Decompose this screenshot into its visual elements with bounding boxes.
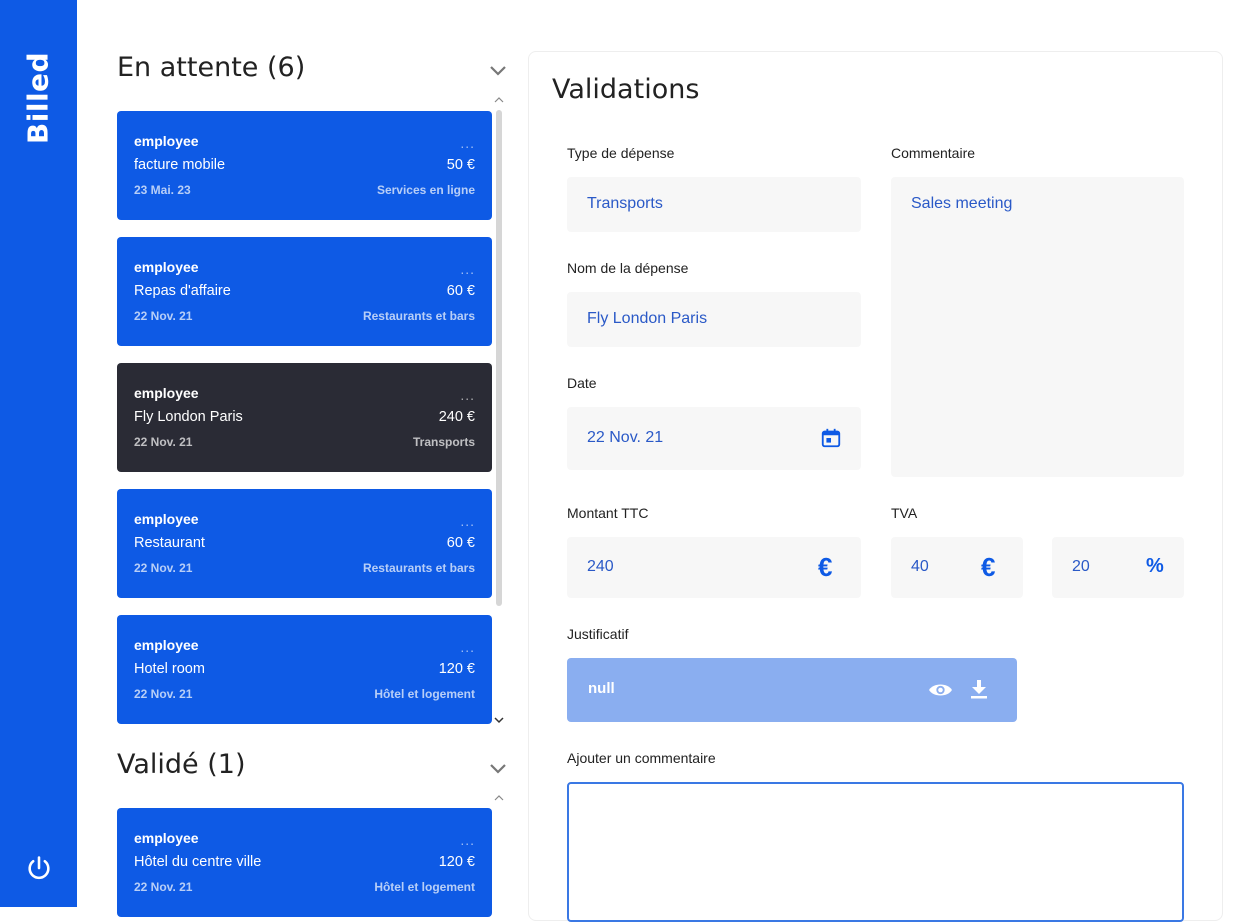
bill-type: Services en ligne xyxy=(376,183,475,197)
amount-label: Montant TTC xyxy=(567,505,649,521)
bill-card[interactable]: employee ... Hôtel du centre ville 120 €… xyxy=(117,808,492,917)
bill-more-icon: ... xyxy=(460,135,475,151)
tva-amount-value: 40 xyxy=(911,558,929,575)
logout-power-icon[interactable] xyxy=(25,854,53,882)
date-field[interactable]: 22 Nov. 21 xyxy=(567,407,861,470)
bill-type: Hôtel et logement xyxy=(374,880,475,894)
bill-name: Hôtel du centre ville xyxy=(134,854,262,870)
bill-employee: employee xyxy=(134,830,199,846)
bill-more-icon: ... xyxy=(460,261,475,277)
euro-icon: € xyxy=(981,552,996,582)
bill-amount: 50 € xyxy=(446,157,475,173)
bill-amount: 60 € xyxy=(446,283,475,299)
bill-card[interactable]: employee ... Hotel room 120 € 22 Nov. 21… xyxy=(117,615,492,724)
pending-collapse-chevron-icon[interactable] xyxy=(488,65,508,77)
download-icon[interactable] xyxy=(970,679,988,699)
comment-value: Sales meeting xyxy=(911,195,1013,212)
bill-date: 22 Nov. 21 xyxy=(134,435,193,449)
tva-label: TVA xyxy=(891,505,918,521)
bill-more-icon: ... xyxy=(460,387,475,403)
bill-name: facture mobile xyxy=(134,157,226,173)
add-comment-textarea[interactable] xyxy=(567,782,1184,922)
percent-icon: % xyxy=(1146,555,1164,577)
scroll-up-arrow-icon[interactable] xyxy=(494,794,504,801)
justif-file-bar: null xyxy=(567,658,1017,722)
bill-card[interactable]: employee ... Repas d'affaire 60 € 22 Nov… xyxy=(117,237,492,346)
bill-type: Transports xyxy=(412,435,475,449)
expense-name-field[interactable]: Fly London Paris xyxy=(567,292,861,347)
bill-date: 22 Nov. 21 xyxy=(134,309,193,323)
bill-name: Fly London Paris xyxy=(134,409,243,425)
scroll-up-arrow-icon[interactable] xyxy=(494,96,504,103)
panel-title: Validations xyxy=(552,74,700,105)
bill-employee: employee xyxy=(134,259,199,275)
date-label: Date xyxy=(567,375,597,391)
justif-label: Justificatif xyxy=(567,626,629,642)
validated-collapse-chevron-icon[interactable] xyxy=(488,763,508,775)
bill-more-icon: ... xyxy=(460,513,475,529)
bill-amount: 120 € xyxy=(438,661,475,677)
tva-percent-value: 20 xyxy=(1072,558,1090,575)
bill-card-selected[interactable]: employee ... Fly London Paris 240 € 22 N… xyxy=(117,363,492,472)
bill-date: 22 Nov. 21 xyxy=(134,561,193,575)
bill-more-icon: ... xyxy=(460,832,475,848)
bill-card[interactable]: employee ... Restaurant 60 € 22 Nov. 21 … xyxy=(117,489,492,598)
bill-name: Repas d'affaire xyxy=(134,283,231,299)
scroll-down-arrow-icon[interactable] xyxy=(494,717,504,724)
amount-value: 240 xyxy=(587,558,614,575)
bill-type: Restaurants et bars xyxy=(362,561,475,575)
tva-amount-field[interactable]: 40 € xyxy=(891,537,1023,598)
justif-filename: null xyxy=(588,680,615,697)
bill-amount: 240 € xyxy=(438,409,475,425)
bill-type: Restaurants et bars xyxy=(362,309,475,323)
sidebar: Billed xyxy=(0,0,77,907)
bill-date: 23 Mai. 23 xyxy=(134,183,191,197)
bill-employee: employee xyxy=(134,385,199,401)
bill-amount: 60 € xyxy=(446,535,475,551)
expense-type-field[interactable]: Transports xyxy=(567,177,861,232)
comment-label: Commentaire xyxy=(891,145,976,161)
bill-card[interactable]: employee ... facture mobile 50 € 23 Mai.… xyxy=(117,111,492,220)
euro-icon: € xyxy=(818,552,833,582)
bill-employee: employee xyxy=(134,511,199,527)
bill-date: 22 Nov. 21 xyxy=(134,880,193,894)
bill-name: Restaurant xyxy=(134,535,205,551)
pending-scrollbar[interactable] xyxy=(496,110,502,606)
expense-name-label: Nom de la dépense xyxy=(567,260,689,276)
bill-name: Hotel room xyxy=(134,661,205,677)
add-comment-label: Ajouter un commentaire xyxy=(567,750,716,766)
date-value: 22 Nov. 21 xyxy=(587,429,664,446)
bill-employee: employee xyxy=(134,637,199,653)
tva-percent-field[interactable]: 20 % xyxy=(1052,537,1184,598)
bill-employee: employee xyxy=(134,133,199,149)
bill-date: 22 Nov. 21 xyxy=(134,687,193,701)
bill-amount: 120 € xyxy=(438,854,475,870)
eye-icon[interactable] xyxy=(928,680,953,700)
bill-type: Hôtel et logement xyxy=(374,687,475,701)
expense-name-value: Fly London Paris xyxy=(587,310,708,327)
amount-field[interactable]: 240 € xyxy=(567,537,861,598)
validated-section-title: Validé (1) xyxy=(117,749,246,780)
expense-type-value: Transports xyxy=(587,195,663,212)
pending-section-title: En attente (6) xyxy=(117,52,306,83)
bill-more-icon: ... xyxy=(460,639,475,655)
app-logo: Billed xyxy=(21,51,55,145)
calendar-icon[interactable] xyxy=(820,427,842,449)
comment-field[interactable]: Sales meeting xyxy=(891,177,1184,477)
expense-type-label: Type de dépense xyxy=(567,145,675,161)
